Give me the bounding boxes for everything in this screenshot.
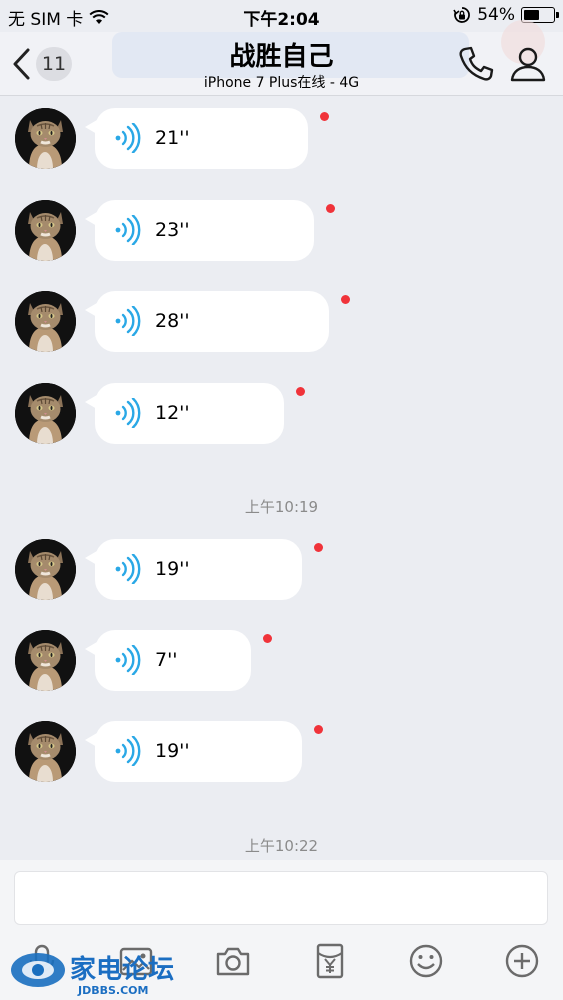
chat-header: 11 战胜自己 iPhone 7 Plus在线 - 4G: [0, 20, 563, 96]
timestamp: 上午10:22: [244, 837, 319, 855]
voice-message-row: 7'': [0, 630, 563, 694]
voice-message-row: 21'': [0, 108, 563, 172]
voice-message-row: 28'': [0, 291, 563, 355]
voice-message-row: 19'': [0, 721, 563, 785]
voice-wave-icon: [115, 305, 141, 337]
avatar[interactable]: [15, 108, 76, 169]
unread-dot: [314, 543, 323, 552]
battery-percent: 54%: [477, 5, 515, 25]
plus-icon[interactable]: [503, 942, 541, 980]
voice-message-bubble[interactable]: 7'': [85, 630, 251, 691]
avatar[interactable]: [15, 630, 76, 691]
avatar[interactable]: [15, 200, 76, 261]
unread-dot: [326, 204, 335, 213]
voice-message-bubble[interactable]: 19'': [85, 539, 302, 600]
avatar[interactable]: [15, 383, 76, 444]
red-packet-icon[interactable]: [311, 942, 349, 980]
unread-dot: [263, 634, 272, 643]
svg-text:JDBBS.COM: JDBBS.COM: [77, 984, 148, 997]
camera-icon[interactable]: [214, 942, 252, 980]
voice-duration: 19'': [155, 740, 190, 762]
phone-icon[interactable]: [456, 44, 496, 84]
profile-icon[interactable]: [508, 44, 548, 84]
voice-message-bubble[interactable]: 28'': [85, 291, 329, 352]
voice-duration: 28'': [155, 310, 190, 332]
voice-duration: 7'': [155, 649, 178, 671]
voice-message-row: 12'': [0, 383, 563, 447]
avatar[interactable]: [15, 721, 76, 782]
voice-duration: 19'': [155, 558, 190, 580]
status-right: 54%: [453, 5, 559, 25]
rotation-lock-icon: [453, 7, 471, 23]
unread-dot: [320, 112, 329, 121]
unread-dot: [314, 725, 323, 734]
status-bar: 无 SIM 卡 下午2:04 54%: [0, 0, 563, 32]
voice-duration: 21'': [155, 127, 190, 149]
voice-message-row: 19'': [0, 539, 563, 603]
voice-message-row: 23'': [0, 200, 563, 264]
timestamp: 上午10:19: [244, 498, 319, 516]
voice-wave-icon: [115, 644, 141, 676]
voice-wave-icon: [115, 735, 141, 767]
voice-message-bubble[interactable]: 21'': [85, 108, 308, 169]
voice-wave-icon: [115, 214, 141, 246]
voice-wave-icon: [115, 553, 141, 585]
unread-dot: [341, 295, 350, 304]
voice-message-bubble[interactable]: 23'': [85, 200, 314, 261]
avatar[interactable]: [15, 539, 76, 600]
svg-text:家电论坛: 家电论坛: [70, 954, 174, 985]
voice-wave-icon: [115, 122, 141, 154]
forum-watermark-logo: 家电论坛 JDBBS.COM: [11, 953, 174, 997]
voice-message-bubble[interactable]: 19'': [85, 721, 302, 782]
voice-duration: 12'': [155, 402, 190, 424]
voice-wave-icon: [115, 397, 141, 429]
unread-dot: [296, 387, 305, 396]
message-input[interactable]: [14, 871, 548, 925]
voice-duration: 23'': [155, 219, 190, 241]
emoji-icon[interactable]: [407, 942, 445, 980]
voice-message-bubble[interactable]: 12'': [85, 383, 284, 444]
avatar[interactable]: [15, 291, 76, 352]
battery-level: [524, 10, 539, 20]
